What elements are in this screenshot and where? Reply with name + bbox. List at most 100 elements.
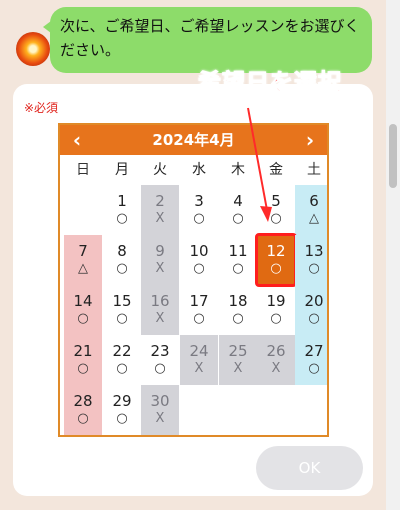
calendar-header: ‹ 2024年4月 ›	[60, 125, 327, 155]
availability-mark: △	[309, 211, 319, 226]
day-number: 14	[73, 292, 93, 310]
availability-mark: ○	[193, 311, 205, 326]
required-label: ※必須	[24, 101, 59, 115]
availability-mark: X	[155, 311, 165, 326]
day-number: 11	[228, 242, 248, 260]
calendar-day[interactable]: 5 ○	[257, 185, 295, 235]
calendar-day: 30 X	[141, 385, 179, 435]
calendar-day[interactable]: 10 ○	[180, 235, 218, 285]
calendar-day[interactable]: 17 ○	[180, 285, 218, 335]
day-number: 20	[304, 292, 324, 310]
calendar-day: 2X	[141, 185, 179, 235]
weekday-row: 日月火水木金土	[60, 155, 327, 185]
calendar-day[interactable]: 18 ○	[219, 285, 257, 335]
day-number: 30	[150, 392, 170, 410]
availability-mark: ○	[77, 411, 89, 426]
calendar-day[interactable]: 20 ○	[295, 285, 327, 335]
day-number: 27	[304, 342, 324, 360]
calendar-title: 2024年4月	[152, 131, 235, 149]
calendar-day: 26 X	[257, 335, 295, 385]
day-number: 3	[194, 192, 204, 210]
day-number: 4	[233, 192, 243, 210]
day-number: 24	[189, 342, 209, 360]
availability-mark: ○	[154, 361, 166, 376]
calendar-day[interactable]: 1 ○	[103, 185, 141, 235]
day-number: 16	[150, 292, 170, 310]
availability-mark: X	[155, 261, 165, 276]
calendar-day[interactable]: 15 ○	[103, 285, 141, 335]
day-number: 9	[155, 242, 165, 260]
chat-message-text: 次に、ご希望日、ご希望レッスンをお選びください。	[60, 17, 360, 59]
day-number: 18	[228, 292, 248, 310]
calendar-day[interactable]: 27 ○	[295, 335, 327, 385]
calendar-day[interactable]: 7 △	[64, 235, 102, 285]
calendar-day[interactable]: 19 ○	[257, 285, 295, 335]
day-number: 17	[189, 292, 209, 310]
availability-mark: X	[194, 361, 204, 376]
day-number: 28	[73, 392, 93, 410]
weekday-label: 水	[192, 162, 206, 178]
day-number: 8	[117, 242, 127, 260]
ok-button[interactable]: OK	[256, 446, 363, 490]
availability-mark: ○	[270, 261, 282, 276]
calendar-day[interactable]: 14 ○	[64, 285, 102, 335]
calendar-day-selected[interactable]: 12 ○	[255, 233, 297, 287]
calendar-day: 9X	[141, 235, 179, 285]
bot-avatar	[16, 32, 50, 66]
scrollbar[interactable]	[386, 0, 400, 510]
availability-mark: ○	[77, 361, 89, 376]
calendar-day[interactable]: 8 ○	[103, 235, 141, 285]
calendar-day[interactable]: 3 ○	[180, 185, 218, 235]
availability-mark: ○	[116, 261, 128, 276]
day-number: 19	[266, 292, 286, 310]
calendar: ‹ 2024年4月 › 日月火水木金土 1 ○ 2 X 3 ○ 4 ○ 5 ○ 6 △ 7 △ 8 ○ 9 X 10…	[58, 123, 329, 437]
day-number: 13	[304, 242, 324, 260]
availability-mark: X	[155, 411, 165, 426]
day-number: 2	[155, 192, 165, 210]
availability-mark: △	[78, 261, 88, 276]
day-number: 1	[117, 192, 127, 210]
next-month-icon[interactable]: ›	[295, 125, 325, 155]
availability-mark: ○	[308, 361, 320, 376]
availability-mark: ○	[116, 411, 128, 426]
availability-mark: ○	[308, 311, 320, 326]
day-number: 29	[112, 392, 132, 410]
availability-mark: ○	[116, 361, 128, 376]
day-number: 5	[271, 192, 281, 210]
availability-mark: ○	[77, 311, 89, 326]
availability-mark: ○	[116, 311, 128, 326]
calendar-day[interactable]: 11 ○	[219, 235, 257, 285]
day-number: 26	[266, 342, 286, 360]
weekday-label: 日	[76, 162, 90, 178]
calendar-day[interactable]: 28 ○	[64, 385, 102, 435]
weekday-label: 月	[115, 162, 129, 178]
weekday-label: 火	[153, 162, 167, 178]
annotation-label: 希望日を選択	[198, 70, 342, 97]
calendar-day: 16 X	[141, 285, 179, 335]
availability-mark: ○	[116, 211, 128, 226]
weekday-label: 木	[231, 162, 245, 178]
scrollbar-thumb[interactable]	[389, 124, 397, 188]
day-number: 6	[309, 192, 319, 210]
day-number: 21	[73, 342, 93, 360]
calendar-day: 24 X	[180, 335, 218, 385]
availability-mark: ○	[193, 261, 205, 276]
calendar-day[interactable]: 13 ○	[295, 235, 327, 285]
weekday-label: 土	[307, 162, 321, 178]
day-number: 25	[228, 342, 248, 360]
availability-mark: ○	[232, 311, 244, 326]
calendar-day[interactable]: 23 ○	[141, 335, 179, 385]
calendar-day[interactable]: 21 ○	[64, 335, 102, 385]
availability-mark: ○	[270, 311, 282, 326]
day-number: 12	[266, 242, 286, 260]
calendar-day[interactable]: 4 ○	[219, 185, 257, 235]
availability-mark: ○	[308, 261, 320, 276]
day-number: 15	[112, 292, 132, 310]
calendar-day[interactable]: 29 ○	[103, 385, 141, 435]
availability-mark: X	[155, 211, 165, 226]
availability-mark: ○	[232, 261, 244, 276]
calendar-day[interactable]: 6 △	[295, 185, 327, 235]
availability-mark: ○	[193, 211, 205, 226]
calendar-day: 25 X	[219, 335, 257, 385]
calendar-day[interactable]: 22 ○	[103, 335, 141, 385]
